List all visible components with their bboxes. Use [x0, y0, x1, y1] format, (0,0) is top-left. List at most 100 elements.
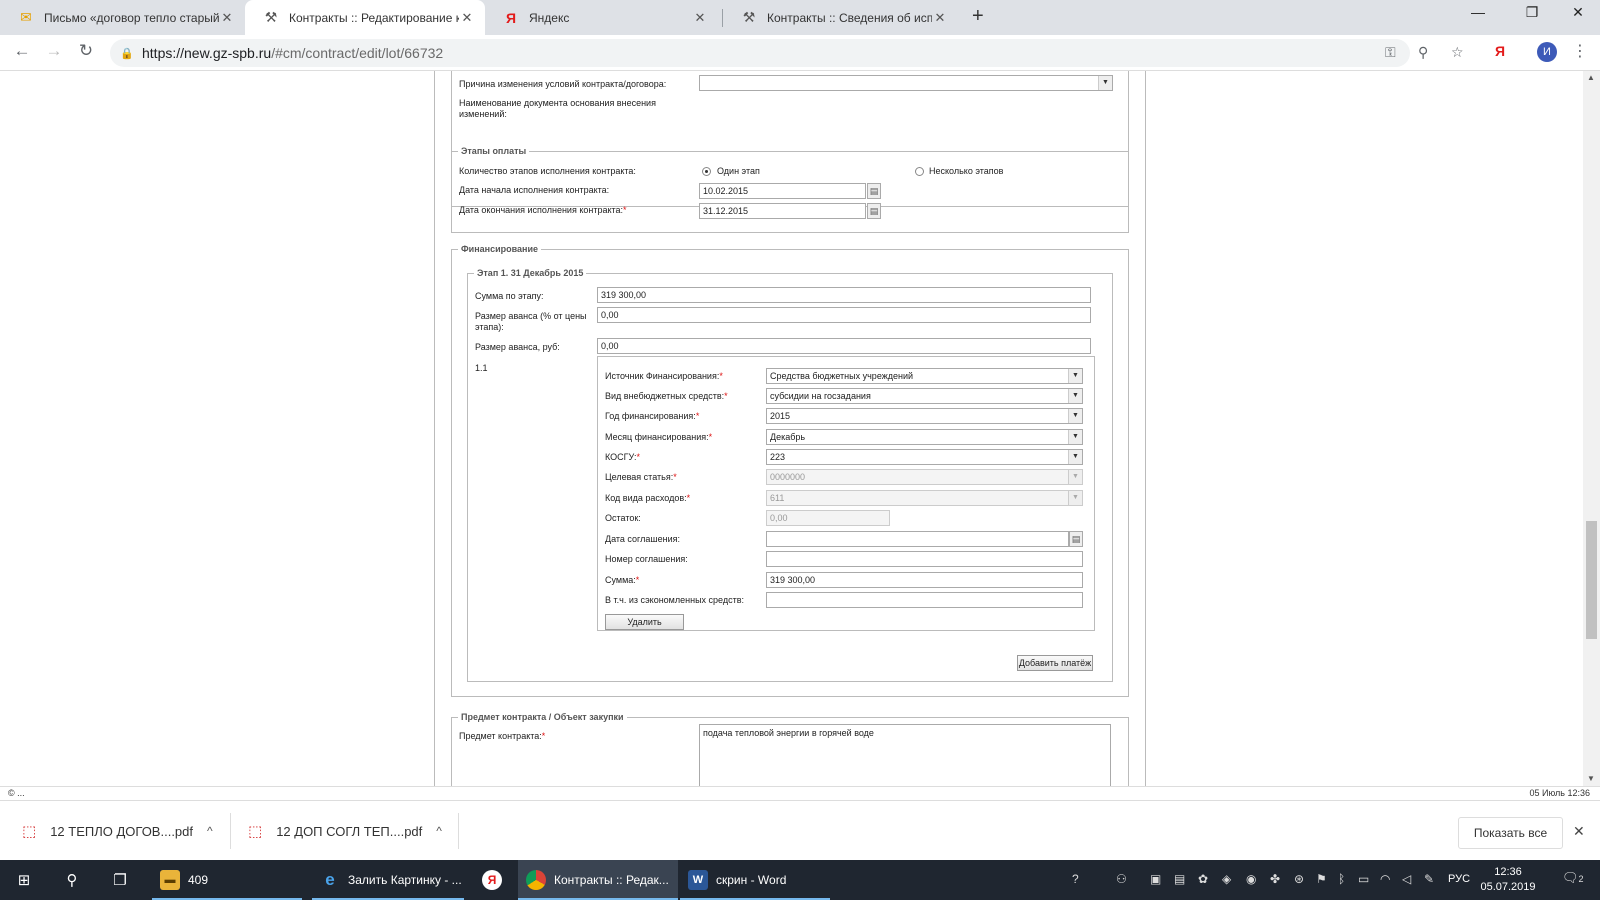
subject-legend: Предмет контракта / Объект закупки: [458, 712, 627, 722]
calendar-icon[interactable]: ▤: [867, 203, 881, 219]
yandex-extension-icon[interactable]: Я: [1495, 43, 1505, 59]
end-date-input[interactable]: 31.12.2015: [699, 203, 866, 219]
zoom-icon[interactable]: ⚲: [1418, 44, 1428, 61]
page-scrollbar[interactable]: ▲ ▼: [1583, 71, 1600, 786]
people-icon[interactable]: ⚇: [1116, 872, 1127, 886]
battery-icon[interactable]: ▭: [1358, 872, 1369, 886]
advance-pct-input[interactable]: 0,00: [597, 307, 1091, 323]
calendar-icon[interactable]: ▤: [867, 183, 881, 199]
tab-title: Яндекс: [529, 10, 570, 25]
show-all-button[interactable]: Показать все: [1458, 817, 1563, 849]
kosgu-label: КОСГУ:*: [605, 452, 641, 462]
windows-start-icon[interactable]: ⊞: [8, 860, 40, 900]
address-bar[interactable]: 🔒 https://new.gz-spb.ru/#cm/contract/edi…: [110, 39, 1410, 67]
star-icon[interactable]: ☆: [1451, 44, 1464, 61]
many-stages-radio[interactable]: [915, 167, 924, 176]
download-name: 12 ТЕПЛО ДОГОВ....pdf: [50, 823, 193, 839]
delete-payment-button[interactable]: Удалить: [605, 614, 684, 630]
forward-icon[interactable]: →: [42, 41, 66, 61]
amount-input[interactable]: 319 300,00: [766, 572, 1083, 588]
minimize-button[interactable]: —: [1458, 4, 1498, 20]
notifications-icon[interactable]: 🗨2: [1562, 870, 1584, 886]
taskbar-word-label: скрин - Word: [716, 873, 787, 887]
tray-app-icon[interactable]: ✿: [1198, 872, 1208, 886]
close-icon[interactable]: ✕: [1573, 823, 1585, 840]
kind-select[interactable]: субсидии на госзадания ▼: [766, 388, 1083, 404]
kosgu-select[interactable]: 223 ▼: [766, 449, 1083, 465]
stages-legend: Этапы оплаты: [458, 146, 530, 156]
start-date-input[interactable]: 10.02.2015: [699, 183, 866, 199]
back-icon[interactable]: ←: [10, 41, 34, 61]
close-icon[interactable]: ✕: [219, 10, 235, 26]
close-icon[interactable]: ✕: [692, 10, 708, 26]
calendar-icon[interactable]: ▤: [1069, 531, 1083, 547]
chevron-up-icon[interactable]: ^: [436, 824, 442, 838]
tray-app-icon[interactable]: ▣: [1150, 872, 1161, 886]
profile-avatar[interactable]: И: [1537, 42, 1557, 62]
taskbar-word[interactable]: W скрин - Word: [680, 860, 830, 900]
tab-title: Контракты :: Сведения об исполнении: [767, 10, 932, 25]
stage-sum-input[interactable]: 319 300,00: [597, 287, 1091, 303]
tray-app-icon[interactable]: ◈: [1222, 872, 1231, 886]
tray-app-icon[interactable]: ▤: [1174, 872, 1185, 886]
input-language[interactable]: РУС: [1448, 873, 1470, 885]
download-item[interactable]: ⬚ 12 ДОП СОГЛ ТЕП....pdf ^: [248, 811, 442, 851]
taskbar-chrome[interactable]: Контракты :: Редак...: [518, 860, 678, 900]
tab-contract-edit[interactable]: ⚒ Контракты :: Редактирование контракта …: [245, 0, 485, 35]
chevron-down-icon: ▼: [1068, 450, 1082, 464]
tray-app-icon[interactable]: ✤: [1270, 872, 1280, 886]
advance-rub-input[interactable]: 0,00: [597, 338, 1091, 354]
reason-select[interactable]: ▼: [699, 75, 1113, 91]
volume-icon[interactable]: ◁: [1402, 872, 1411, 886]
yandex-browser-icon[interactable]: Я: [474, 860, 510, 900]
agreement-date-input[interactable]: [766, 531, 1069, 547]
taskbar-explorer-label: 409: [188, 873, 209, 887]
tab-yandex[interactable]: Я Яндекс ✕: [485, 0, 718, 35]
page-viewport: Причина изменения условий контракта/дого…: [0, 71, 1583, 786]
tray-app-icon[interactable]: ⊛: [1294, 872, 1304, 886]
start-date-label: Дата начала исполнения контракта:: [459, 185, 610, 195]
tray-app-icon[interactable]: ⚑: [1316, 872, 1327, 886]
scroll-thumb[interactable]: [1586, 521, 1597, 639]
chevron-up-icon[interactable]: ^: [207, 824, 213, 838]
taskbar-explorer[interactable]: ▬ 409: [152, 860, 302, 900]
scroll-up-icon[interactable]: ▲: [1587, 73, 1595, 82]
scroll-down-icon[interactable]: ▼: [1587, 774, 1595, 783]
target-select: 0000000 ▼: [766, 469, 1083, 485]
month-select[interactable]: Декабрь ▼: [766, 429, 1083, 445]
window-close-button[interactable]: ✕: [1558, 4, 1598, 21]
subject-textarea[interactable]: подача тепловой энергии в горячей воде: [699, 724, 1111, 786]
savings-input[interactable]: [766, 592, 1083, 608]
advance-pct-label: Размер аванса (% от цены этапа):: [475, 311, 587, 332]
tab-title: Контракты :: Редактирование контракта: [289, 10, 459, 25]
one-stage-radio[interactable]: [702, 167, 711, 176]
pen-icon[interactable]: ✎: [1424, 872, 1434, 886]
menu-icon[interactable]: ⋮: [1572, 41, 1588, 61]
source-select[interactable]: Средства бюджетных учреждений ▼: [766, 368, 1083, 384]
contract-form: Причина изменения условий контракта/дого…: [434, 71, 1146, 786]
year-select[interactable]: 2015 ▼: [766, 408, 1083, 424]
bluetooth-icon[interactable]: ᛒ: [1338, 872, 1345, 886]
reload-icon[interactable]: ↻: [74, 41, 98, 61]
agreement-number-input[interactable]: [766, 551, 1083, 567]
restore-button[interactable]: ❐: [1512, 4, 1552, 21]
close-icon[interactable]: ✕: [459, 10, 475, 26]
new-tab-button[interactable]: +: [972, 5, 984, 28]
tab-contract-info[interactable]: ⚒ Контракты :: Сведения об исполнении ✕: [723, 0, 958, 35]
yandex-icon: Я: [505, 9, 517, 26]
add-payment-button[interactable]: Добавить платёж: [1017, 655, 1093, 671]
task-view-icon[interactable]: ❐: [104, 860, 136, 900]
tab-mail[interactable]: ✉ Письмо «договор тепло старый» ✕: [0, 0, 245, 35]
clock-date: 05.07.2019: [1480, 881, 1536, 893]
clock[interactable]: 12:36 05.07.2019: [1478, 865, 1538, 895]
help-icon[interactable]: ?: [1072, 872, 1079, 886]
close-icon[interactable]: ✕: [932, 10, 948, 26]
savings-label: В т.ч. из сэкономленных средств:: [605, 595, 745, 605]
search-icon[interactable]: ⚲: [56, 860, 88, 900]
wifi-icon[interactable]: ◠: [1380, 872, 1390, 886]
key-icon[interactable]: ⚿: [1385, 44, 1396, 61]
url-host: https://new.gz-spb.ru: [142, 45, 272, 61]
download-item[interactable]: ⬚ 12 ТЕПЛО ДОГОВ....pdf ^: [22, 811, 213, 851]
taskbar-ie[interactable]: e Залить Картинку - ...: [312, 860, 464, 900]
tray-app-icon[interactable]: ◉: [1246, 872, 1256, 886]
